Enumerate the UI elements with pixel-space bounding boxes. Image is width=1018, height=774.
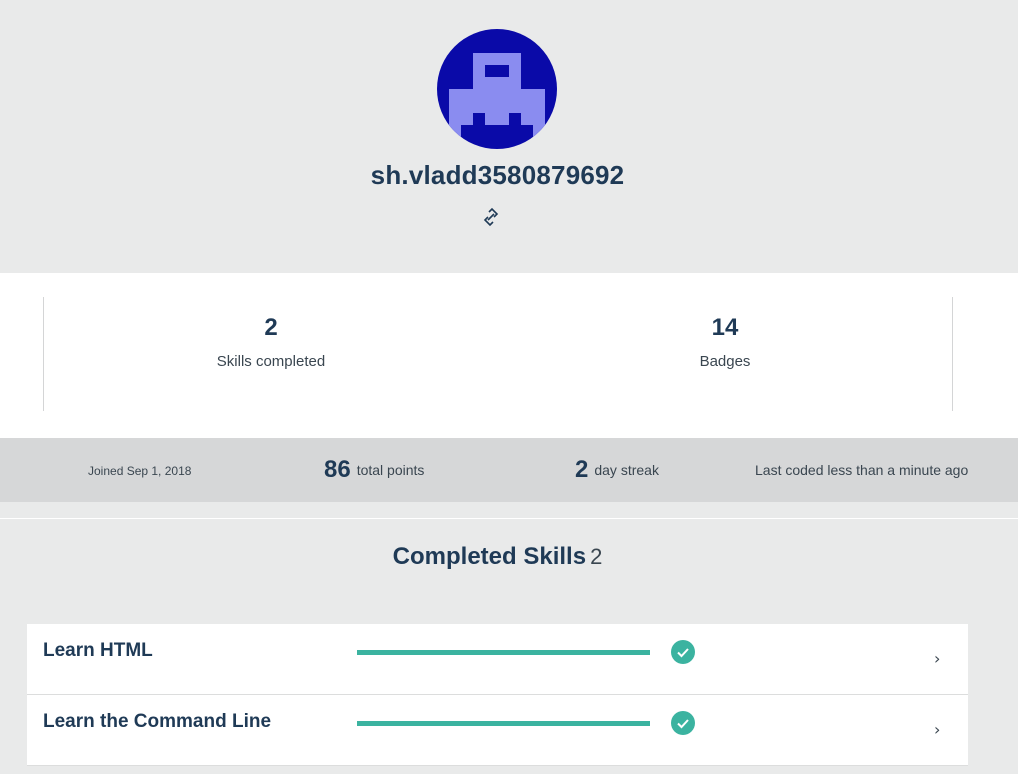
stats-card: 2 Skills completed 14 Badges (0, 273, 1018, 438)
check-circle-icon (671, 640, 695, 664)
day-streak: 2 day streak (575, 456, 659, 484)
completed-skills-heading: Completed Skills 2 (0, 543, 995, 571)
skills-completed-label: Skills completed (216, 353, 326, 370)
activity-info-bar: Joined Sep 1, 2018 86 total points 2 day s… (0, 438, 1018, 502)
skill-progress-bar (357, 721, 650, 726)
skills-completed-stat: 2 Skills completed (121, 311, 421, 370)
link-icon[interactable] (481, 207, 501, 227)
joined-date: Joined Sep 1, 2018 (88, 464, 192, 478)
skill-progress-fill (357, 721, 650, 726)
badges-label: Badges (699, 353, 751, 370)
profile-header: sh.vladd3580879692 (0, 0, 1018, 273)
stats-panel: 2 Skills completed 14 Badges (43, 297, 953, 411)
badges-stat[interactable]: 14 Badges (575, 311, 875, 370)
pixel-robot-avatar-icon (437, 29, 557, 149)
username: sh.vladd3580879692 (370, 160, 625, 190)
skill-row-learn-the-command-line[interactable]: Learn the Command Line › (27, 695, 968, 766)
chevron-right-icon[interactable]: › (934, 720, 940, 739)
completed-skills-title: Completed Skills (392, 543, 587, 570)
chevron-right-icon[interactable]: › (934, 649, 940, 668)
profile-page: sh.vladd3580879692 2 Skills completed 14… (0, 0, 1018, 774)
badges-value: 14 (711, 314, 739, 341)
day-streak-value: 2 (575, 456, 589, 483)
check-circle-icon (671, 711, 695, 735)
total-points: 86 total points (324, 456, 424, 484)
completed-skills-count: 2 (590, 544, 603, 569)
total-points-label: total points (356, 462, 425, 478)
total-points-value: 86 (324, 456, 351, 483)
skill-row-learn-html[interactable]: Learn HTML › (27, 624, 968, 695)
skill-name: Learn the Command Line (43, 711, 272, 732)
skills-completed-value: 2 (264, 314, 278, 341)
last-coded-status: Last coded less than a minute ago (755, 462, 969, 478)
skill-name: Learn HTML (43, 640, 153, 661)
skill-progress-fill (357, 650, 650, 655)
completed-skills-section: Completed Skills 2 Learn HTML › Learn the… (0, 518, 1018, 774)
skill-progress-bar (357, 650, 650, 655)
day-streak-label: day streak (594, 462, 659, 478)
